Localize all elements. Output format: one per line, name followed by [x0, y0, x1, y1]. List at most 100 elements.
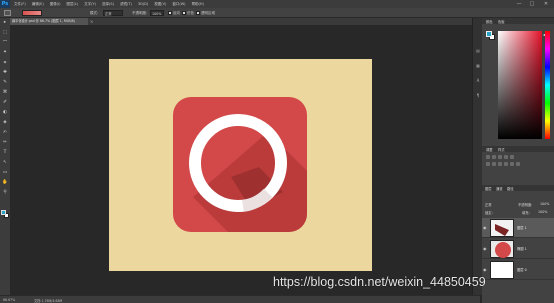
pen-tool-icon[interactable]: ✏: [2, 140, 8, 145]
color-balance-icon[interactable]: [492, 162, 496, 166]
menu-file[interactable]: 文件(F): [14, 2, 26, 7]
hue-marker-icon[interactable]: ◂: [543, 32, 545, 37]
color-lookup-icon[interactable]: [516, 162, 520, 166]
gradient-tool-icon-sidebar[interactable]: ✍: [2, 130, 8, 135]
hue-slider[interactable]: [545, 31, 550, 139]
transparency-label: 透明区域: [201, 10, 215, 15]
close-window-button[interactable]: ✕: [541, 0, 551, 8]
menu-help[interactable]: 帮助(H): [192, 2, 204, 7]
ring-with-long-shadow: [189, 114, 307, 232]
properties-panel-icon[interactable]: ▦: [475, 63, 481, 68]
color-picker-field[interactable]: [498, 31, 542, 139]
layer-thumbnail: [490, 219, 514, 237]
eraser-tool-icon[interactable]: ◈: [2, 120, 8, 125]
panel-foreground-swatch[interactable]: [486, 31, 492, 37]
opacity-field[interactable]: 100%: [150, 10, 164, 16]
menu-window[interactable]: 窗口(W): [172, 2, 185, 7]
layer-row[interactable]: ◉ 椭圆 1: [482, 239, 554, 259]
tab-swatches[interactable]: 色板: [498, 19, 505, 24]
magic-wand-tool-icon[interactable]: ✦: [2, 50, 8, 55]
foreground-color-swatch[interactable]: [1, 210, 6, 215]
tab-color[interactable]: 颜色: [486, 19, 493, 24]
vibrance-icon[interactable]: [510, 155, 514, 159]
menu-edit[interactable]: 编辑(E): [32, 2, 44, 7]
history-panel-icon[interactable]: ▤: [475, 48, 481, 53]
brightness-icon[interactable]: [486, 155, 490, 159]
adjustment-icons-row-2: [486, 162, 550, 166]
dither-checkbox[interactable]: [182, 10, 186, 15]
menu-layer[interactable]: 图层(L): [66, 2, 78, 7]
menu-filter[interactable]: 滤镜(T): [120, 2, 132, 7]
eye-icon[interactable]: ◉: [483, 225, 487, 230]
zoom-tool-icon[interactable]: ⚲: [2, 190, 8, 195]
right-panels: 颜色 色板 ◂ 调整 样式 图层 通道 路径 正常 不透明度: 100% 锁定:…: [482, 18, 554, 303]
document-canvas[interactable]: [109, 59, 372, 271]
menu-image[interactable]: 图像(I): [50, 2, 61, 7]
layer-row[interactable]: ◉ 图层 1: [482, 218, 554, 238]
mode-select[interactable]: 正常: [103, 10, 123, 16]
canvas-area[interactable]: [10, 25, 480, 295]
exposure-icon[interactable]: [504, 155, 508, 159]
tab-paths[interactable]: 路径: [507, 186, 514, 191]
path-selection-tool-icon[interactable]: ↖: [2, 160, 8, 165]
shape-tool-icon[interactable]: ▭: [2, 170, 8, 175]
menu-view[interactable]: 视图(V): [154, 2, 166, 7]
hand-tool-icon[interactable]: ✋: [2, 180, 8, 185]
layer-name: 图层 0: [517, 268, 527, 272]
menu-select[interactable]: 选择(S): [102, 2, 114, 7]
levels-icon[interactable]: [492, 155, 496, 159]
type-tool-icon[interactable]: T: [2, 150, 8, 155]
tab-adjustments[interactable]: 调整: [486, 147, 493, 152]
paragraph-panel-icon[interactable]: ¶: [475, 93, 481, 98]
move-tool-icon[interactable]: ▸: [2, 20, 8, 25]
gradient-tool-icon[interactable]: [4, 10, 11, 16]
tab-layers[interactable]: 图层: [485, 186, 492, 191]
document-size: 文档:1.76M/4.68M: [34, 299, 63, 303]
adjustment-icons-row-1: [486, 155, 550, 159]
photo-filter-icon[interactable]: [504, 162, 508, 166]
black-white-icon[interactable]: [498, 162, 502, 166]
hue-saturation-icon[interactable]: [486, 162, 490, 166]
watermark-text: https://blog.csdn.net/weixin_44850459: [273, 275, 486, 289]
brush-tool-icon[interactable]: ⌘: [2, 90, 8, 95]
tab-close-icon[interactable]: ×: [90, 18, 93, 25]
flat-icon-shape: [173, 97, 307, 232]
fill-value[interactable]: 100%: [538, 210, 547, 214]
curves-icon[interactable]: [498, 155, 502, 159]
mode-label: 模式:: [90, 10, 99, 15]
healing-brush-tool-icon[interactable]: ✎: [2, 80, 8, 85]
crop-tool-icon[interactable]: ⌗: [2, 60, 8, 66]
eye-icon[interactable]: ◉: [483, 267, 487, 272]
layer-opacity-value[interactable]: 100%: [540, 202, 549, 206]
minimize-button[interactable]: —: [514, 0, 524, 8]
lock-label: 锁定:: [485, 211, 493, 215]
document-tab-bar: 扁平化设计.psd @ 66.7% (图层 1, RGB/8) ×: [10, 18, 480, 25]
tab-channels[interactable]: 通道: [496, 186, 503, 191]
menu-3d[interactable]: 3D(D): [138, 2, 148, 6]
layer-row[interactable]: ◉ 图层 0: [482, 260, 554, 280]
menu-type[interactable]: 文字(Y): [84, 2, 96, 7]
eyedropper-tool-icon[interactable]: ✚: [2, 70, 8, 75]
transparency-checkbox[interactable]: [196, 10, 200, 15]
maximize-button[interactable]: □: [527, 0, 537, 8]
tab-styles[interactable]: 样式: [498, 147, 505, 152]
character-panel-icon[interactable]: A: [475, 78, 481, 83]
opacity-label: 不透明度:: [132, 10, 148, 15]
gradient-picker[interactable]: [22, 10, 42, 16]
history-brush-tool-icon[interactable]: ◐: [2, 110, 8, 115]
document-tab[interactable]: 扁平化设计.psd @ 66.7% (图层 1, RGB/8): [10, 18, 88, 25]
channel-mixer-icon[interactable]: [510, 162, 514, 166]
reverse-checkbox[interactable]: [168, 10, 172, 15]
fill-label: 填充:: [522, 211, 530, 215]
zoom-level[interactable]: 66.67%: [3, 298, 15, 302]
dither-label: 仿色: [187, 10, 194, 15]
blend-mode-select[interactable]: 正常: [485, 202, 492, 207]
marquee-tool-icon[interactable]: ⬚: [2, 30, 8, 35]
collapsed-panels-strip: ▤ ▦ A ¶: [472, 18, 482, 295]
lasso-tool-icon[interactable]: ⌒: [2, 40, 8, 46]
clone-stamp-tool-icon[interactable]: ✐: [2, 100, 8, 105]
status-bar: 66.67% 文档:1.76M/4.68M: [0, 295, 480, 303]
menu-bar: Ps 文件(F) 编辑(E) 图像(I) 图层(L) 文字(Y) 选择(S) 滤…: [0, 0, 554, 8]
eye-icon[interactable]: ◉: [483, 246, 487, 251]
circle-thumb: [495, 242, 511, 258]
